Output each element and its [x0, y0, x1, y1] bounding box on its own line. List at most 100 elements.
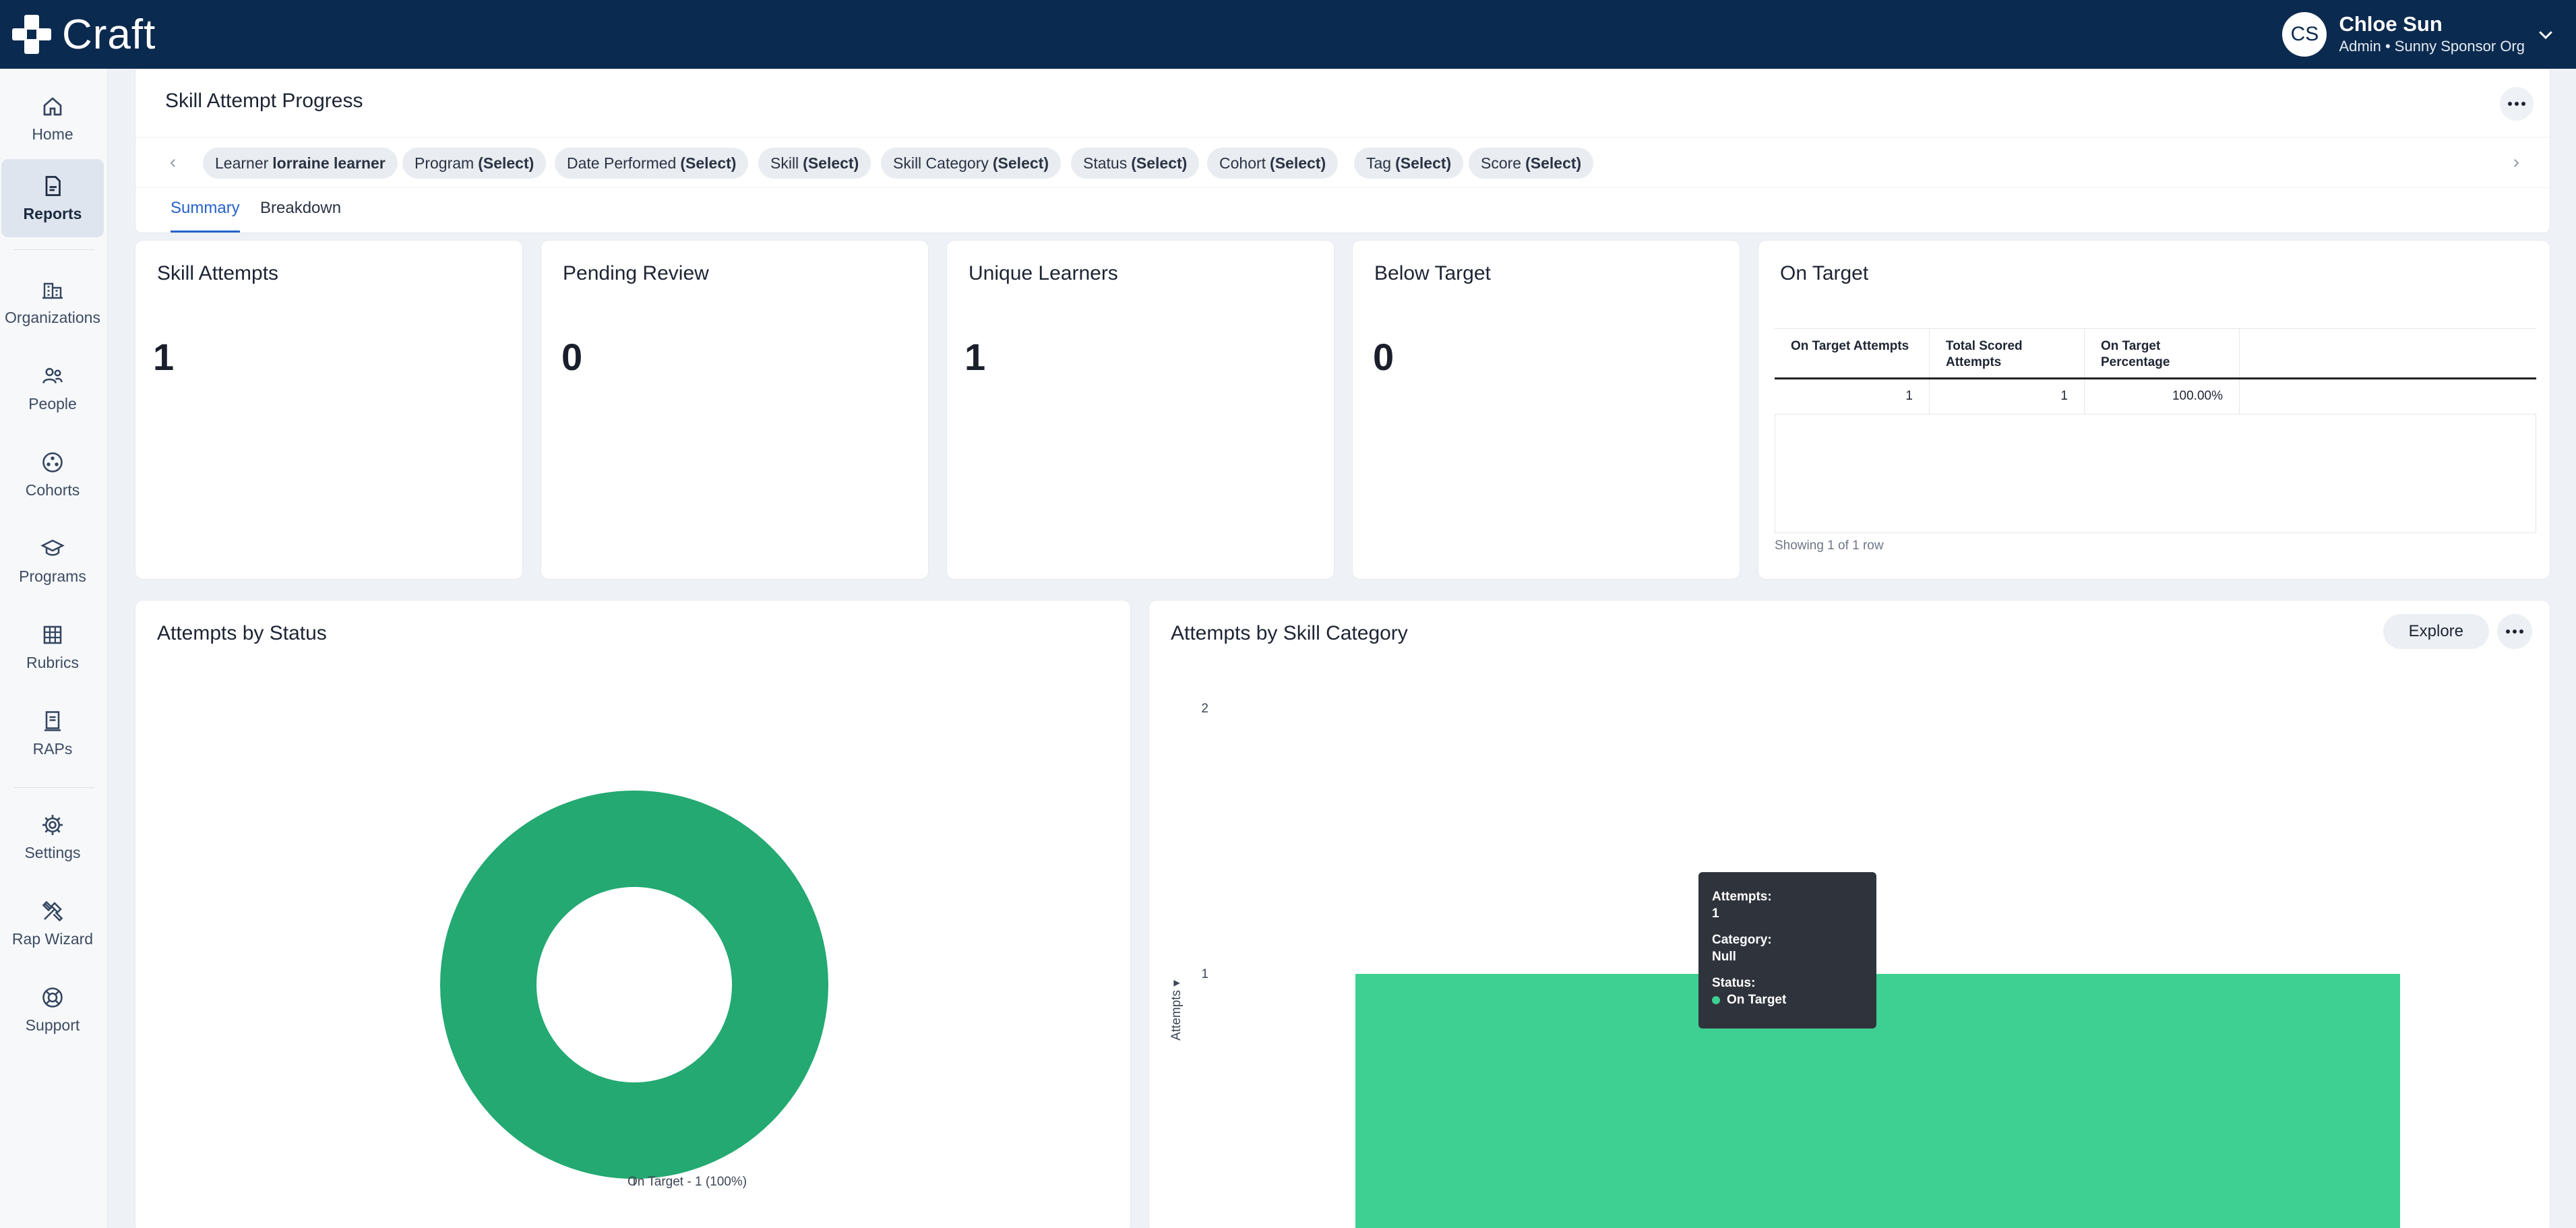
sidebar-item-reports[interactable]: Reports — [1, 159, 104, 237]
tooltip-status-value: On Target — [1727, 993, 1787, 1007]
sidebar-item-organizations[interactable]: Organizations — [1, 264, 104, 340]
sidebar-item-label: Rubrics — [26, 653, 79, 671]
column-header[interactable]: Total Scored Attempts — [1930, 329, 2085, 377]
y-tick-label: 2 — [1201, 702, 1208, 716]
more-horizontal-icon — [2508, 102, 2525, 106]
filter-date-performed[interactable]: Date Performed (Select) — [555, 148, 749, 179]
scroll-right-button[interactable] — [2504, 151, 2528, 175]
sidebar-item-people[interactable]: People — [1, 350, 104, 426]
filter-label: Skill — [770, 154, 799, 172]
sidebar-item-label: Home — [32, 125, 73, 143]
filter-skill[interactable]: Skill (Select) — [758, 148, 871, 179]
tools-icon — [42, 900, 63, 921]
organization-icon — [42, 282, 63, 299]
more-options-button[interactable] — [2500, 87, 2534, 121]
metric-value: 1 — [153, 336, 175, 378]
chart-tooltip: Attempts: 1 Category: Null Status: On Ta… — [1698, 872, 1876, 1029]
user-role: Admin • Sunny Sponsor Org — [2339, 38, 2525, 55]
scroll-left-button[interactable] — [161, 151, 185, 175]
chevron-left-icon — [170, 159, 175, 167]
sidebar-item-label: Rap Wizard — [11, 929, 94, 948]
sidebar-item-cohorts[interactable]: Cohorts — [1, 437, 104, 512]
attempts-by-status-card: Attempts by Status On Target - 1 (100%) — [135, 600, 1131, 1228]
table-cell: 100.00% — [2085, 379, 2240, 414]
metric-card-unique-learners: Unique Learners 1 — [946, 240, 1335, 580]
sidebar-item-home[interactable]: Home — [1, 81, 104, 156]
chevron-down-icon[interactable] — [2536, 24, 2556, 44]
filter-program[interactable]: Program (Select) — [402, 148, 547, 179]
page-title: Skill Attempt Progress — [165, 90, 363, 112]
status-dot-icon — [1712, 995, 1720, 1004]
filter-bar: Learner lorraine learner Program (Select) … — [135, 137, 2550, 188]
metric-value: 1 — [964, 336, 986, 378]
y-axis-label[interactable]: Attempts ▾ — [1169, 980, 1184, 1041]
brand-name: Craft — [62, 11, 156, 58]
filter-value: (Select) — [1131, 154, 1188, 172]
tooltip-status-label: Status: — [1712, 976, 1756, 990]
document-icon — [44, 710, 61, 731]
table-row: 1 1 100.00% — [1775, 379, 2536, 415]
sidebar-item-raps[interactable]: RAPs — [1, 696, 104, 771]
column-header[interactable]: On Target Percentage — [2085, 329, 2240, 377]
column-header[interactable]: On Target Attempts — [1775, 329, 1930, 377]
filter-value: (Select) — [680, 154, 737, 172]
filter-label: Score — [1481, 154, 1522, 172]
table-header: On Target Attempts Total Scored Attempts… — [1775, 328, 2536, 379]
craft-logo-icon — [12, 15, 51, 54]
people-icon — [42, 367, 63, 383]
card-title: Skill Attempts — [157, 262, 279, 284]
tooltip-category-label: Category: — [1712, 933, 1772, 947]
table-cell: 1 — [1930, 379, 2085, 414]
tooltip-category-value: Null — [1712, 950, 1736, 964]
metric-card-skill-attempts: Skill Attempts 1 — [135, 240, 523, 580]
sidebar-item-programs[interactable]: Programs — [1, 523, 104, 598]
user-name: Chloe Sun — [2339, 12, 2443, 36]
tooltip-attempts-label: Attempts: — [1712, 890, 1772, 904]
chevron-right-icon — [2514, 159, 2519, 167]
filter-tag[interactable]: Tag (Select) — [1354, 148, 1464, 179]
sidebar-item-settings[interactable]: Settings — [1, 799, 104, 875]
sidebar-item-label: Cohorts — [25, 481, 80, 499]
table-cell: 1 — [1775, 379, 1930, 414]
filter-value: (Select) — [1525, 154, 1582, 172]
sidebar-item-label: RAPs — [32, 739, 73, 758]
table-empty-area — [1775, 415, 2536, 533]
filter-value: lorraine learner — [272, 154, 386, 172]
divider — [13, 787, 94, 788]
report-icon — [45, 175, 61, 196]
bar-null[interactable] — [1355, 974, 2400, 1228]
sidebar-item-label: Support — [25, 1016, 80, 1034]
filter-learner[interactable]: Learner lorraine learner — [203, 148, 398, 179]
report-header: Skill Attempt Progress Learner lorraine l… — [135, 69, 2550, 233]
on-target-card: On Target On Target Attempts Total Score… — [1758, 240, 2550, 580]
sidebar: Home Reports Organizations People Cohort… — [0, 69, 108, 1228]
sidebar-item-label: People — [28, 394, 77, 412]
home-icon — [43, 96, 62, 115]
tooltip-attempts-value: 1 — [1712, 907, 1719, 921]
filter-score[interactable]: Score (Select) — [1469, 148, 1594, 179]
filter-cohort[interactable]: Cohort (Select) — [1207, 148, 1339, 179]
sidebar-item-rap-wizard[interactable]: Rap Wizard — [1, 886, 104, 961]
filter-label: Learner — [215, 154, 269, 172]
donut-slice-on-target[interactable] — [440, 791, 828, 1179]
filter-label: Skill Category — [893, 154, 989, 172]
craft-logo[interactable]: Craft — [9, 9, 156, 59]
filter-value: (Select) — [992, 154, 1049, 172]
filter-label: Cohort — [1219, 154, 1266, 172]
sidebar-item-support[interactable]: Support — [1, 972, 104, 1047]
row-count-text: Showing 1 of 1 row — [1775, 539, 1884, 553]
top-bar: Craft CS Chloe Sun Admin • Sunny Sponsor… — [0, 0, 2576, 69]
card-title: Unique Learners — [969, 262, 1118, 284]
filter-skill-category[interactable]: Skill Category (Select) — [881, 148, 1061, 179]
sidebar-item-label: Reports — [23, 204, 82, 222]
sidebar-item-rubrics[interactable]: Rubrics — [1, 609, 104, 685]
filter-status[interactable]: Status (Select) — [1071, 148, 1200, 179]
gear-icon — [42, 814, 63, 835]
filter-label: Status — [1083, 154, 1128, 172]
sidebar-item-label: Programs — [19, 567, 86, 585]
lifebuoy-icon — [42, 987, 63, 1008]
divider — [13, 249, 94, 250]
tab-breakdown[interactable]: Breakdown — [260, 199, 341, 233]
tab-summary[interactable]: Summary — [171, 199, 240, 233]
user-menu[interactable]: CS Chloe Sun Admin • Sunny Sponsor Org — [2282, 11, 2556, 58]
